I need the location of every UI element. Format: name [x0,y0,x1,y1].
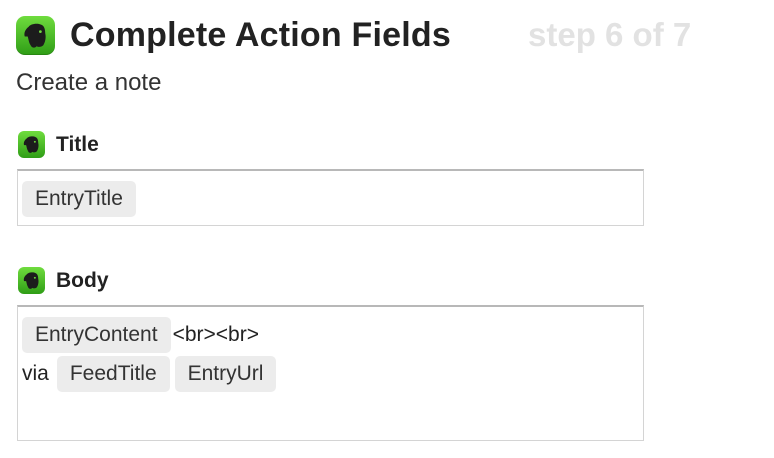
body-literal-text: via [22,362,49,385]
ingredient-token[interactable]: EntryContent [22,317,171,353]
ingredient-token[interactable]: EntryUrl [174,356,277,392]
evernote-icon [18,131,45,158]
title-field-input[interactable]: EntryTitle [17,169,644,226]
page-title: Complete Action Fields [70,16,451,54]
body-literal-text: <br><br> [172,323,259,346]
ingredient-token[interactable]: EntryTitle [22,181,136,217]
step-indicator: step 6 of 7 [528,16,692,53]
body-line-1: EntryContent <br><br> [22,317,265,353]
body-label-text: Body [56,269,109,292]
action-subtitle: Create a note [16,69,162,96]
evernote-icon [16,16,55,55]
body-field-input[interactable]: EntryContent <br><br> via FeedTitle EntryUr… [17,305,644,441]
ingredient-token[interactable]: FeedTitle [56,356,170,392]
body-line-2: via FeedTitle EntryUrl [22,356,281,392]
title-label-text: Title [56,133,99,156]
title-field-content: EntryTitle [22,181,141,217]
body-field-label: Body [18,267,418,295]
evernote-icon [18,267,45,294]
title-field-label: Title [18,131,418,159]
page-header: Complete Action Fields step 6 of 7 [16,14,756,56]
